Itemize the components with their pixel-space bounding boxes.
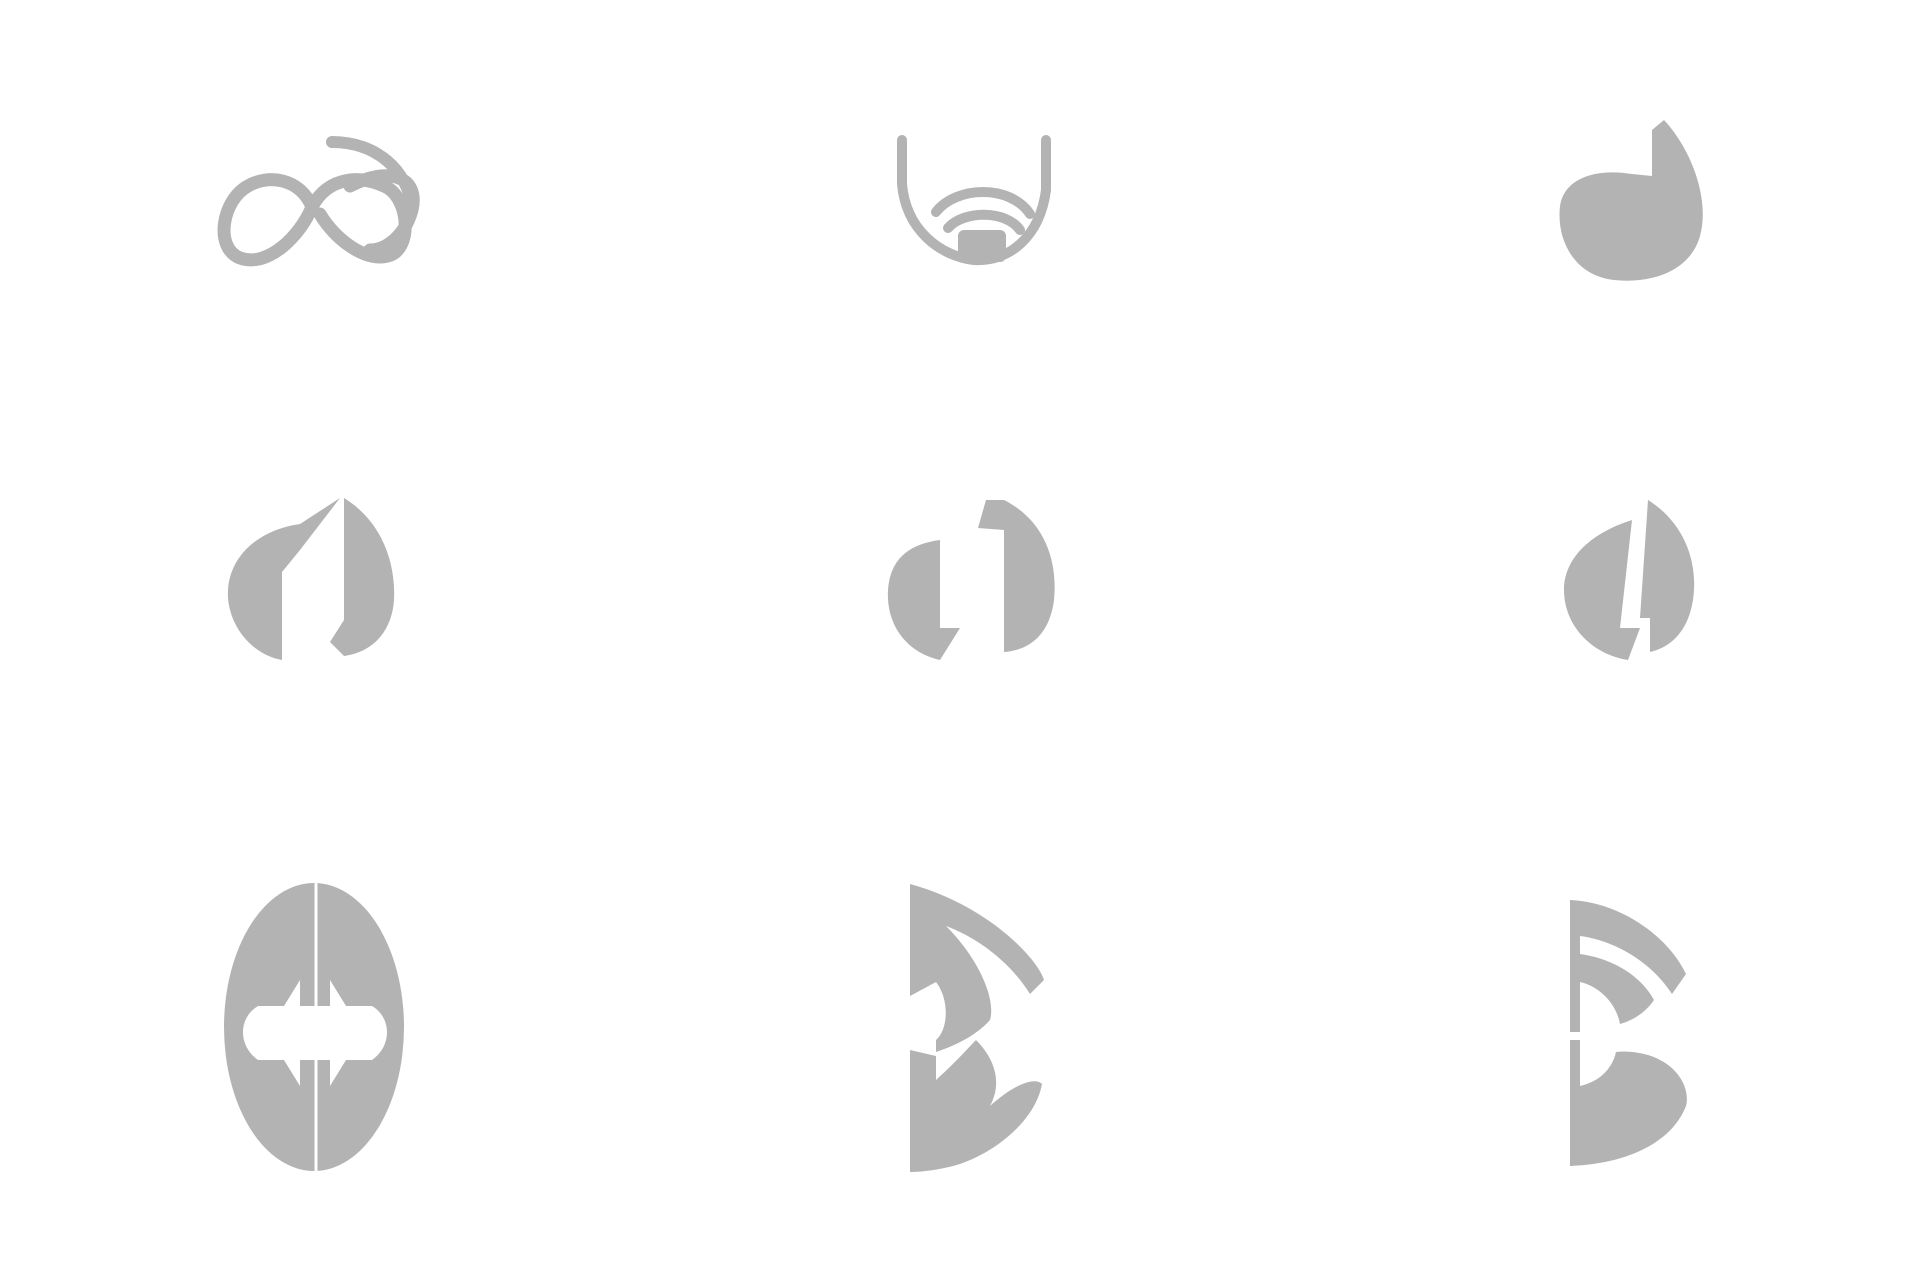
icon-grid xyxy=(0,0,1920,1288)
oval-arrows-icon xyxy=(224,882,404,1174)
infinity-loop-icon xyxy=(217,136,420,267)
signal-cup-icon xyxy=(897,135,1051,266)
split-leaf-b-icon xyxy=(887,500,1055,660)
half-oval-waves-icon xyxy=(910,884,1044,1172)
split-leaf-c-icon xyxy=(1564,500,1695,660)
split-leaf-a-icon xyxy=(227,498,395,660)
b-waves-icon xyxy=(1570,900,1687,1166)
leaf-blob-icon xyxy=(1559,120,1703,281)
